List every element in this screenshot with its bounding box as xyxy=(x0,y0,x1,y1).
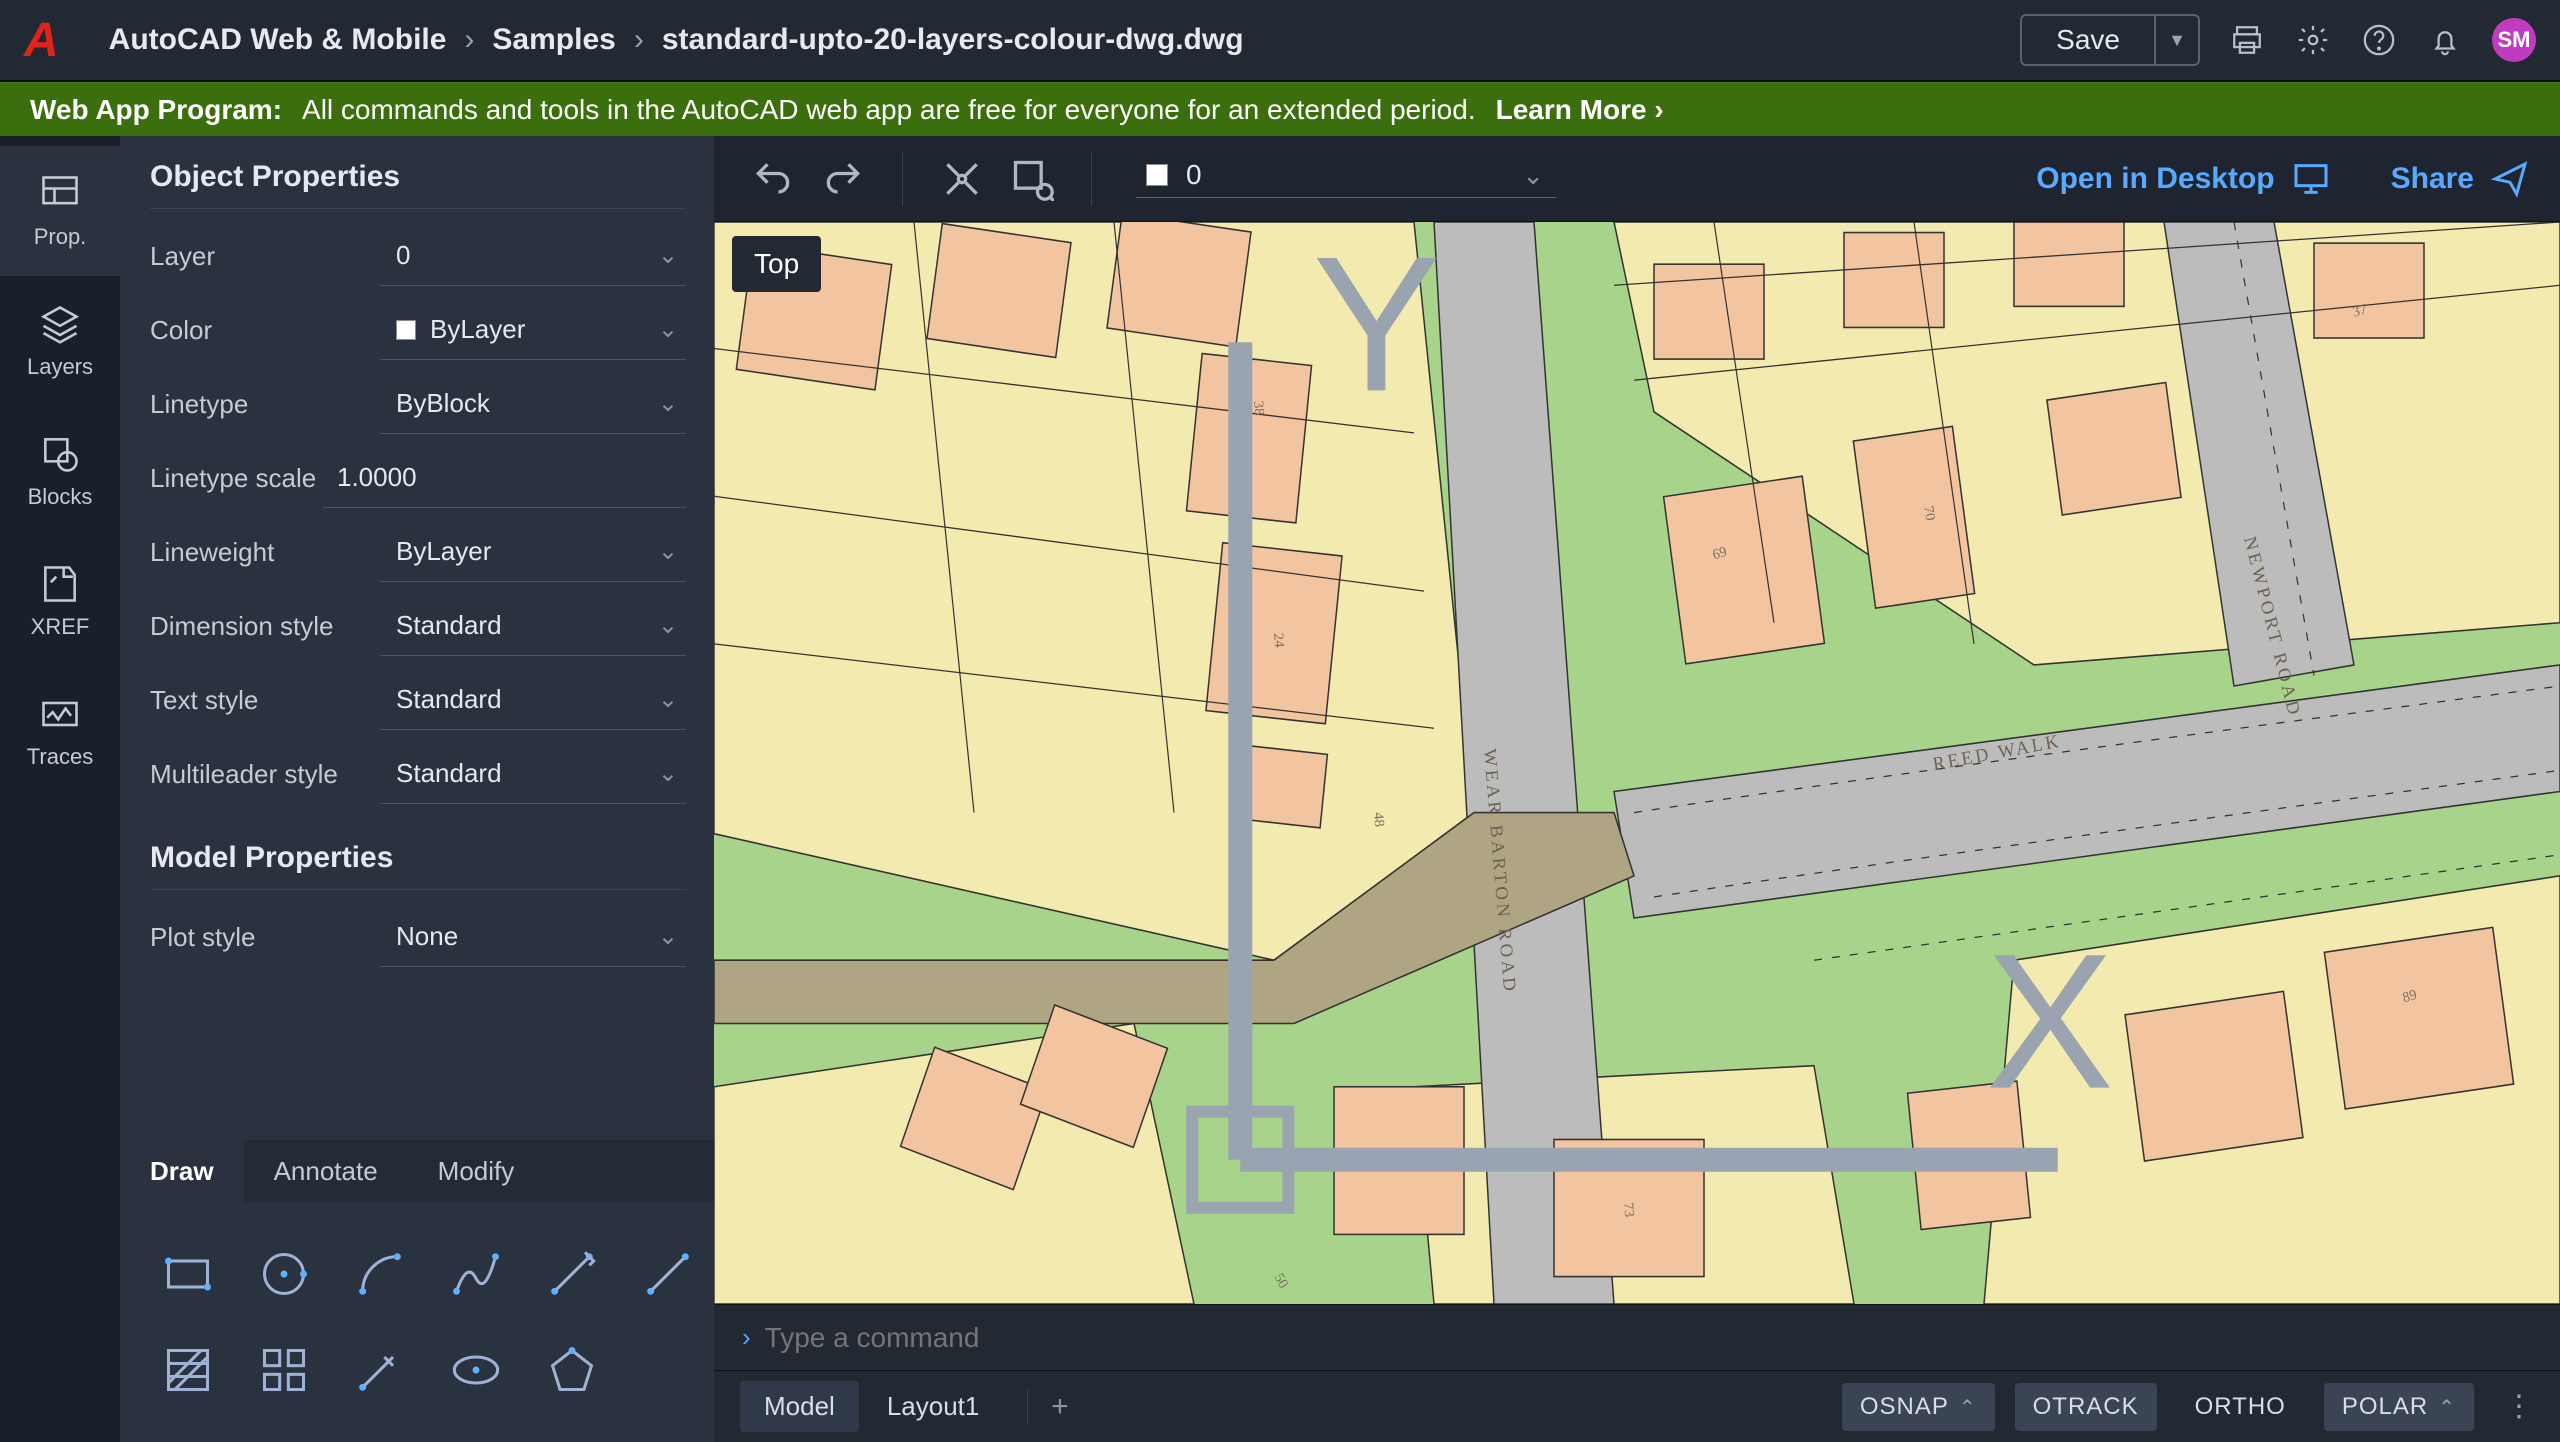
command-prompt-icon: › xyxy=(742,1322,751,1353)
tool-polygon[interactable] xyxy=(524,1322,620,1418)
rail-label: Prop. xyxy=(34,224,87,250)
share-link[interactable]: Share xyxy=(2391,159,2530,199)
rail-label: Layers xyxy=(27,354,93,380)
prop-label-lineweight: Lineweight xyxy=(150,537,380,568)
prop-field-textstyle[interactable]: Standard⌄ xyxy=(380,670,686,730)
tool-rectangle[interactable] xyxy=(140,1226,236,1322)
layout-tab-model[interactable]: Model xyxy=(740,1381,859,1432)
more-options-icon[interactable]: ⋮ xyxy=(2504,1389,2534,1424)
chevron-down-icon: ⌄ xyxy=(1522,160,1544,191)
banner-prefix: Web App Program: xyxy=(30,94,282,126)
model-properties-heading: Model Properties xyxy=(150,841,686,890)
prop-field-plotstyle[interactable]: None⌄ xyxy=(380,907,686,967)
breadcrumb-folder[interactable]: Samples xyxy=(492,23,615,57)
tool-point[interactable] xyxy=(332,1322,428,1418)
rail-layers[interactable]: Layers xyxy=(0,276,120,406)
prop-field-layer[interactable]: 0⌄ xyxy=(380,226,686,286)
prop-label-plotstyle: Plot style xyxy=(150,922,380,953)
tab-annotate[interactable]: Annotate xyxy=(244,1140,408,1202)
monitor-icon xyxy=(2291,159,2331,199)
rail-blocks[interactable]: Blocks xyxy=(0,406,120,536)
tab-draw[interactable]: Draw xyxy=(120,1140,244,1202)
learn-more-link[interactable]: Learn More › xyxy=(1496,94,1664,126)
left-rail: Prop. Layers Blocks XREF Traces xyxy=(0,136,120,1442)
print-icon[interactable] xyxy=(2228,21,2266,59)
status-polar[interactable]: POLAR⌃ xyxy=(2324,1383,2474,1431)
object-properties-heading: Object Properties xyxy=(150,160,686,209)
chevron-right-icon: › xyxy=(634,23,644,57)
avatar[interactable]: SM xyxy=(2492,18,2536,62)
ucs-axis-icon: Y X xyxy=(714,222,2560,1304)
save-dropdown-caret[interactable]: ▼ xyxy=(2154,16,2198,64)
prop-label-linetype: Linetype xyxy=(150,389,380,420)
tool-line[interactable] xyxy=(620,1226,716,1322)
tool-polyline[interactable] xyxy=(428,1226,524,1322)
svg-text:Y: Y xyxy=(1312,222,1440,431)
bell-icon[interactable] xyxy=(2426,21,2464,59)
tool-circle[interactable] xyxy=(236,1226,332,1322)
tool-ellipse[interactable] xyxy=(428,1322,524,1418)
prop-label-color: Color xyxy=(150,315,380,346)
help-icon[interactable] xyxy=(2360,21,2398,59)
rail-label: XREF xyxy=(31,614,90,640)
app-name[interactable]: AutoCAD Web & Mobile xyxy=(109,23,447,57)
svg-text:X: X xyxy=(1986,914,2114,1129)
add-layout-button[interactable]: + xyxy=(1027,1390,1067,1424)
layout-tab-layout1[interactable]: Layout1 xyxy=(863,1381,1004,1432)
prop-input-ltscale[interactable] xyxy=(323,448,686,508)
autocad-logo-icon: A xyxy=(24,13,59,68)
breadcrumb: AutoCAD Web & Mobile › Samples › standar… xyxy=(109,23,1244,57)
breadcrumb-file[interactable]: standard-upto-20-layers-colour-dwg.dwg xyxy=(662,23,1244,57)
prop-label-layer: Layer xyxy=(150,241,380,272)
zoom-window-button[interactable] xyxy=(1003,150,1061,208)
current-layer-selector[interactable]: 0 ⌄ xyxy=(1136,159,1556,198)
prop-field-lineweight[interactable]: ByLayer⌄ xyxy=(380,522,686,582)
tool-arc[interactable] xyxy=(332,1226,428,1322)
tool-array[interactable] xyxy=(236,1322,332,1418)
rail-traces[interactable]: Traces xyxy=(0,666,120,796)
drawing-viewport[interactable]: WEAR BARTON ROAD REED WALK NEWPORT ROAD … xyxy=(714,222,2560,1304)
prop-field-color[interactable]: ByLayer⌄ xyxy=(380,300,686,360)
rail-xref[interactable]: XREF xyxy=(0,536,120,666)
tool-line-2pt[interactable] xyxy=(524,1226,620,1322)
save-split-button[interactable]: Save ▼ xyxy=(2020,14,2200,66)
prop-field-mleader[interactable]: Standard⌄ xyxy=(380,744,686,804)
send-icon xyxy=(2490,159,2530,199)
layer-color-swatch-icon xyxy=(1146,164,1168,186)
tool-hatch[interactable] xyxy=(140,1322,236,1418)
status-ortho[interactable]: ORTHO xyxy=(2177,1383,2304,1431)
tab-modify[interactable]: Modify xyxy=(408,1140,545,1202)
title-bar: A AutoCAD Web & Mobile › Samples › stand… xyxy=(0,0,2560,82)
draw-tools xyxy=(120,1202,714,1442)
chevron-right-icon: › xyxy=(464,23,474,57)
rail-label: Blocks xyxy=(28,484,93,510)
redo-button[interactable] xyxy=(814,150,872,208)
status-osnap[interactable]: OSNAP⌃ xyxy=(1842,1383,1995,1431)
command-bar[interactable]: › xyxy=(714,1304,2560,1370)
properties-panel: Object Properties Layer0⌄ ColorByLayer⌄ … xyxy=(120,136,714,1442)
gear-icon[interactable] xyxy=(2294,21,2332,59)
color-swatch-icon xyxy=(396,320,416,340)
rail-label: Traces xyxy=(27,744,93,770)
prop-label-mleader: Multileader style xyxy=(150,759,380,790)
bottom-bar: Model Layout1 + OSNAP⌃ OTRACK ORTHO POLA… xyxy=(714,1370,2560,1442)
prop-label-dimstyle: Dimension style xyxy=(150,611,380,642)
rail-properties[interactable]: Prop. xyxy=(0,146,120,276)
command-input[interactable] xyxy=(765,1322,2532,1354)
undo-button[interactable] xyxy=(744,150,802,208)
prop-label-ltscale: Linetype scale xyxy=(150,463,323,494)
tool-tabs: Draw Annotate Modify xyxy=(120,1140,714,1202)
canvas-toolbar: 0 ⌄ Open in Desktop Share xyxy=(714,136,2560,222)
prop-field-dimstyle[interactable]: Standard⌄ xyxy=(380,596,686,656)
promo-banner: Web App Program: All commands and tools … xyxy=(0,82,2560,136)
prop-field-linetype[interactable]: ByBlock⌄ xyxy=(380,374,686,434)
banner-message: All commands and tools in the AutoCAD we… xyxy=(302,94,1476,126)
open-in-desktop-link[interactable]: Open in Desktop xyxy=(2036,159,2330,199)
save-button[interactable]: Save xyxy=(2022,16,2154,64)
zoom-extents-button[interactable] xyxy=(933,150,991,208)
status-otrack[interactable]: OTRACK xyxy=(2015,1383,2157,1431)
canvas-area: 0 ⌄ Open in Desktop Share xyxy=(714,136,2560,1442)
prop-label-textstyle: Text style xyxy=(150,685,380,716)
current-layer-name: 0 xyxy=(1186,159,1202,191)
